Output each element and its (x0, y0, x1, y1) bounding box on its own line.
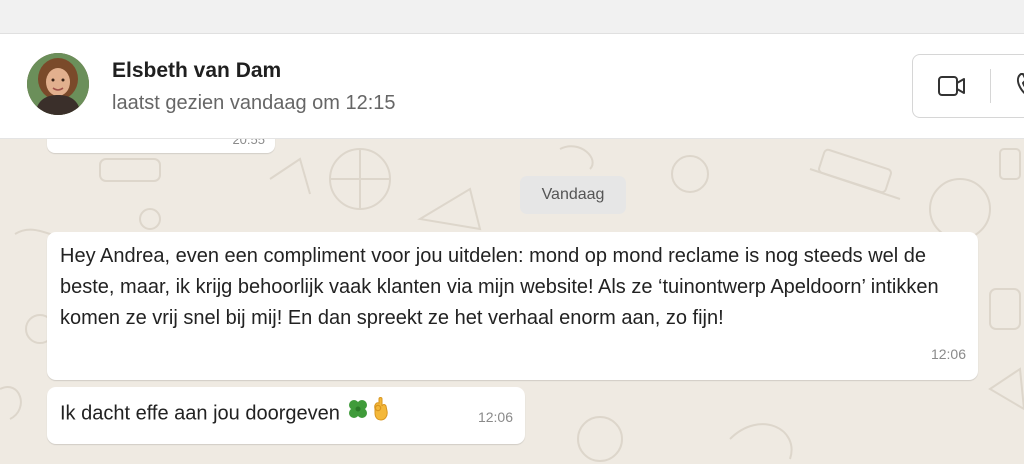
last-seen-status: laatst gezien vandaag om 12:15 (112, 92, 396, 114)
previous-message-bubble[interactable]: 20:55 (47, 139, 275, 153)
contact-name[interactable]: Elsbeth van Dam (112, 59, 281, 83)
message-text: Ik dacht effe aan jou doorgeven (60, 402, 340, 425)
message-bubble[interactable]: Hey Andrea, even een compliment voor jou… (47, 232, 978, 380)
window-top-strip (0, 0, 1024, 34)
previous-message-time: 20:55 (232, 139, 265, 147)
call-divider (990, 69, 991, 103)
ok-hand-icon (371, 397, 391, 431)
date-divider: Vandaag (520, 176, 626, 214)
message-text: Hey Andrea, even een compliment voor jou… (60, 245, 939, 329)
call-buttons (912, 54, 1024, 118)
avatar-portrait (27, 53, 89, 115)
avatar[interactable] (27, 53, 89, 115)
chat-header: Elsbeth van Dam laatst gezien vandaag om… (0, 34, 1024, 139)
four-leaf-clover-icon (347, 398, 369, 430)
message-text-container: Ik dacht effe aan jou doorgeven (60, 397, 391, 431)
message-time: 12:06 (477, 409, 513, 425)
voice-call-icon[interactable] (1015, 71, 1024, 104)
message-bubble[interactable]: Ik dacht effe aan jou doorgeven 12:06 (47, 387, 525, 444)
chat-area[interactable]: 20:55 Vandaag Hey Andrea, even een compl… (0, 139, 1024, 464)
message-time: 12:06 (930, 346, 966, 362)
video-call-icon[interactable] (938, 75, 966, 102)
